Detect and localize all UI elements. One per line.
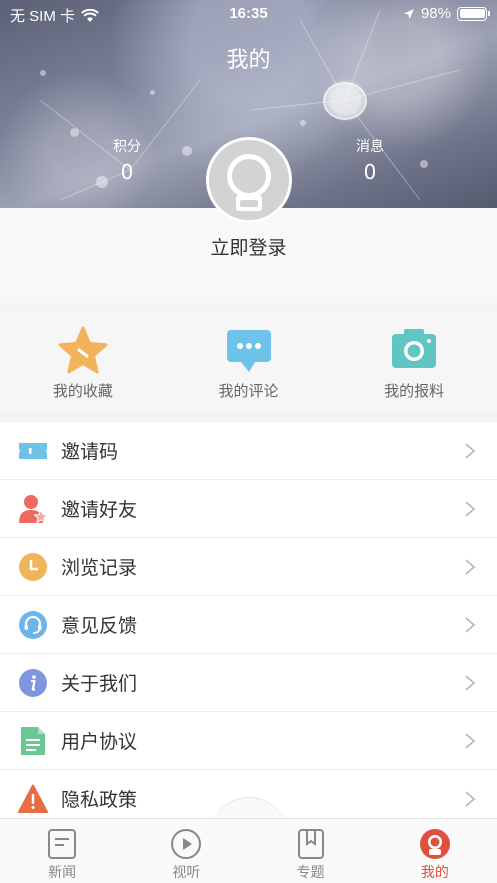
login-button[interactable]: 立即登录 xyxy=(0,233,497,260)
my-comments-label: 我的评论 xyxy=(218,382,279,400)
status-right: 98% xyxy=(403,5,490,22)
menu-item-label: 浏览记录 xyxy=(61,557,138,579)
tab-news[interactable]: 新闻 xyxy=(0,819,124,883)
info-icon xyxy=(19,669,47,697)
bookmark-icon xyxy=(297,829,324,859)
chevron-right-icon xyxy=(465,559,475,575)
menu-item-label: 隐私政策 xyxy=(61,789,138,811)
news-icon xyxy=(48,829,77,859)
menu-item-label: 意见反馈 xyxy=(61,615,138,637)
my-favorites-button[interactable]: 我的收藏 xyxy=(0,312,166,412)
comment-icon xyxy=(226,330,271,372)
headset-icon xyxy=(19,611,47,639)
user-star-icon xyxy=(19,495,48,524)
menu-item-user-agreement[interactable]: 用户协议 xyxy=(0,712,497,770)
camera-icon xyxy=(392,329,437,368)
tab-label: 新闻 xyxy=(48,865,77,881)
chevron-right-icon xyxy=(465,443,475,459)
star-icon xyxy=(58,326,108,374)
points-label: 积分 xyxy=(113,139,141,155)
avatar[interactable] xyxy=(206,137,292,223)
chevron-right-icon xyxy=(465,617,475,633)
messages-stat[interactable]: 消息 0 xyxy=(330,136,410,184)
menu-item-invite-friends[interactable]: 邀请好友 xyxy=(0,480,497,538)
menu-list: 邀请码 邀请好友 浏览记录 意见反馈 关于我们 用户协议 隐私政策 xyxy=(0,422,497,828)
page-title: 我的 xyxy=(226,48,271,73)
tab-mine[interactable]: 我的 xyxy=(373,819,497,883)
battery-percent: 98% xyxy=(420,5,451,22)
menu-item-label: 关于我们 xyxy=(61,673,138,695)
chevron-right-icon xyxy=(465,501,475,517)
tab-label: 视听 xyxy=(172,865,201,881)
tab-video[interactable]: 视听 xyxy=(124,819,248,883)
menu-item-browsing-history[interactable]: 浏览记录 xyxy=(0,538,497,596)
tab-bar: 新闻 视听 专题 我的 xyxy=(0,818,497,883)
menu-item-label: 邀请码 xyxy=(61,441,119,463)
messages-label: 消息 xyxy=(356,139,384,155)
chevron-right-icon xyxy=(465,675,475,691)
my-favorites-label: 我的收藏 xyxy=(52,382,113,400)
default-avatar-icon xyxy=(209,140,289,220)
tab-label: 我的 xyxy=(420,865,449,881)
menu-item-label: 邀请好友 xyxy=(61,499,138,521)
warning-icon xyxy=(18,784,48,813)
chevron-right-icon xyxy=(465,733,475,749)
status-bar: 无 SIM 卡 16:35 98% xyxy=(0,0,497,28)
tab-label: 专题 xyxy=(296,865,325,881)
my-comments-button[interactable]: 我的评论 xyxy=(166,312,332,412)
location-arrow-icon xyxy=(403,8,414,19)
battery-icon xyxy=(457,6,490,21)
my-reports-button[interactable]: 我的报料 xyxy=(331,312,497,412)
points-value: 0 xyxy=(120,160,134,184)
menu-item-label: 用户协议 xyxy=(61,731,138,753)
chevron-right-icon xyxy=(465,791,475,807)
tab-topics[interactable]: 专题 xyxy=(249,819,373,883)
menu-item-invite-code[interactable]: 邀请码 xyxy=(0,422,497,480)
ticket-icon xyxy=(19,443,47,459)
play-icon xyxy=(171,829,202,859)
quick-actions: 我的收藏 我的评论 我的报料 xyxy=(0,312,497,412)
clock-icon xyxy=(19,553,47,581)
my-reports-label: 我的报料 xyxy=(384,382,445,400)
menu-item-feedback[interactable]: 意见反馈 xyxy=(0,596,497,654)
profile-icon xyxy=(419,829,450,859)
document-icon xyxy=(21,727,45,755)
messages-value: 0 xyxy=(363,160,377,184)
points-stat[interactable]: 积分 0 xyxy=(87,136,167,184)
menu-item-about-us[interactable]: 关于我们 xyxy=(0,654,497,712)
